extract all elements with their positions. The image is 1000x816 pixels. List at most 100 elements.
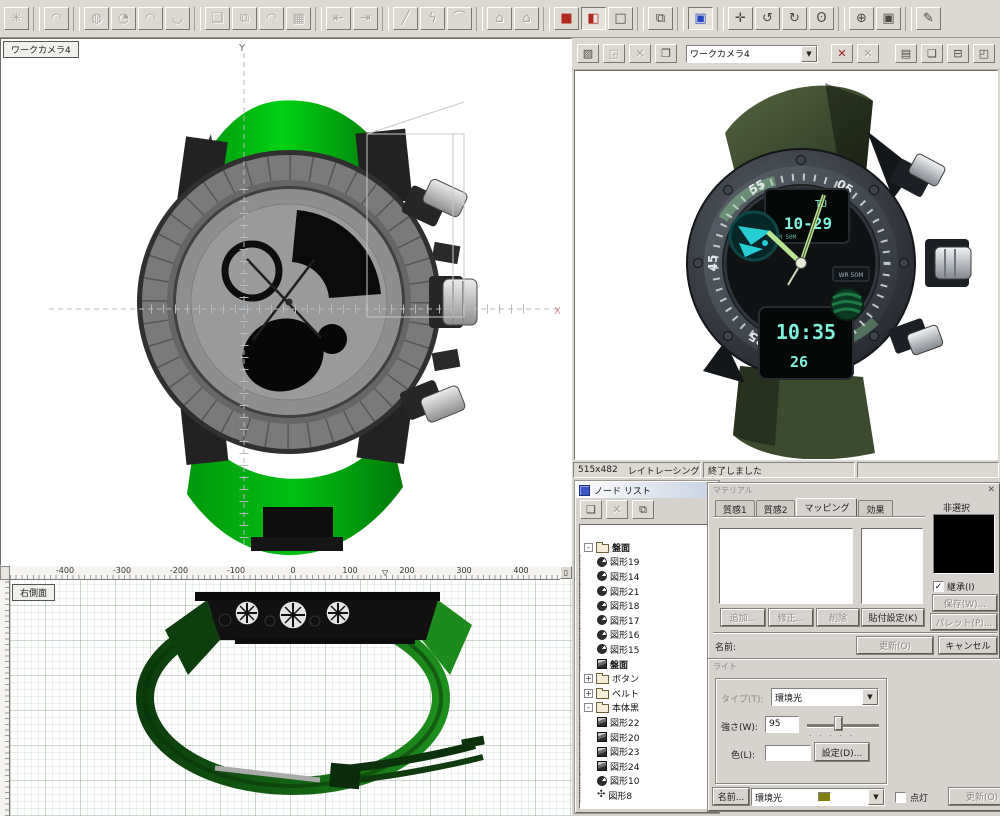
button-bridge-tool[interactable]: ◠ bbox=[44, 7, 69, 30]
light-strength-slider[interactable] bbox=[807, 724, 879, 727]
button-align-left-tool[interactable]: ⇤ bbox=[326, 7, 351, 30]
button-node-layers[interactable]: ⧉ bbox=[632, 500, 654, 519]
delete-button[interactable]: 削除 bbox=[817, 609, 859, 626]
tab-3[interactable]: 効果 bbox=[858, 500, 892, 517]
render-camera-select[interactable]: ワークカメラ4 ▼ bbox=[686, 45, 818, 63]
button-center-view[interactable]: ⊕ bbox=[849, 7, 874, 30]
tree-item[interactable]: 図形19 bbox=[580, 555, 714, 570]
lit-checkbox-row[interactable]: 点灯 bbox=[895, 791, 928, 804]
button-light-view[interactable]: ʘ bbox=[809, 7, 834, 30]
render-canvas[interactable]: 55 05 45 35 25 TU 10-29 ALM 50M WR 50M 1… bbox=[574, 70, 998, 460]
light-select[interactable]: 環境光 ▼ bbox=[751, 788, 885, 806]
mapping-preview-list[interactable] bbox=[861, 528, 923, 604]
close-icon[interactable]: ✕ bbox=[987, 486, 995, 495]
button-roll-view[interactable]: ↻ bbox=[782, 7, 807, 30]
button-copy-window-tool[interactable]: ❏ bbox=[205, 7, 230, 30]
button-texture-display-mode[interactable]: ▣ bbox=[688, 7, 713, 30]
palette-button[interactable]: パレット(P)... bbox=[931, 614, 997, 630]
tab-0[interactable]: 質感1 bbox=[715, 500, 755, 517]
tree-item[interactable]: 図形24 bbox=[580, 759, 714, 774]
button-textured-sphere-tool[interactable]: ◍ bbox=[84, 7, 109, 30]
tree-toggle[interactable]: + bbox=[584, 689, 593, 698]
button-save-image[interactable]: ▤ bbox=[895, 44, 917, 63]
tree-item[interactable]: 図形17 bbox=[580, 613, 714, 628]
viewport-side-tab[interactable]: 右側面 bbox=[12, 584, 55, 601]
ruler-lock-icon[interactable]: ▯ bbox=[560, 566, 572, 579]
tree-item[interactable]: -本体黒 bbox=[580, 701, 714, 716]
button-paste-window-tool[interactable]: ⧉ bbox=[232, 7, 257, 30]
button-node-collapse[interactable]: ❏ bbox=[580, 500, 602, 519]
button-solid-display-mode[interactable]: ■ bbox=[554, 7, 579, 30]
inherit-checkbox[interactable]: ✓ bbox=[933, 581, 944, 592]
tab-1[interactable]: 質感2 bbox=[756, 500, 796, 517]
chevron-down-icon[interactable]: ▼ bbox=[801, 46, 817, 62]
button-fit-view[interactable]: ▣ bbox=[876, 7, 901, 30]
paste-settings-button[interactable]: 貼付設定(K) bbox=[862, 609, 924, 626]
button-home-view-tool[interactable]: ⌂ bbox=[487, 7, 512, 30]
tree-item[interactable]: 図形18 bbox=[580, 598, 714, 613]
tree-item[interactable]: 図形14 bbox=[580, 569, 714, 584]
tree-item[interactable]: ✣図形8 bbox=[580, 788, 714, 803]
button-print-image[interactable]: ⊟ bbox=[947, 44, 969, 63]
button-duplicate-window[interactable]: ⧉ bbox=[648, 7, 673, 30]
button-wire-display-mode[interactable]: □ bbox=[608, 7, 633, 30]
light-type-select[interactable]: 環境光 ▼ bbox=[771, 688, 879, 706]
cancel-button[interactable]: キャンセル bbox=[939, 637, 997, 654]
light-update-button[interactable]: 更新(O) bbox=[949, 788, 1000, 805]
tree-item[interactable]: +ベルト bbox=[580, 686, 714, 701]
button-lightning-tool[interactable]: ϟ bbox=[420, 7, 445, 30]
button-save-as-image[interactable]: ❏ bbox=[921, 44, 943, 63]
update-button[interactable]: 更新(O) bbox=[857, 637, 933, 654]
button-half-display-mode[interactable]: ◧ bbox=[581, 7, 606, 30]
tree-item[interactable]: 図形10 bbox=[580, 774, 714, 789]
tab-2[interactable]: マッピング bbox=[796, 498, 857, 517]
light-settings-button[interactable]: 設定(D)... bbox=[815, 743, 869, 761]
save-button[interactable]: 保存(W)... bbox=[933, 595, 997, 611]
light-name-button[interactable]: 名前... bbox=[713, 788, 749, 805]
viewport-perspective[interactable]: ワークカメラ4 bbox=[0, 38, 572, 566]
button-dome-tool-b[interactable]: ◡ bbox=[165, 7, 190, 30]
slider-thumb[interactable] bbox=[835, 717, 842, 730]
button-wire-sphere-tool[interactable]: ◔ bbox=[111, 7, 136, 30]
material-titlebar[interactable]: マテリアル ✕ bbox=[709, 484, 999, 497]
light-color-swatch[interactable] bbox=[765, 745, 811, 761]
tree-toggle[interactable]: - bbox=[584, 703, 593, 712]
tree-item[interactable]: 図形15 bbox=[580, 642, 714, 657]
button-render-window[interactable]: ❐ bbox=[655, 44, 677, 63]
button-select-tool[interactable]: ✳ bbox=[4, 7, 29, 30]
button-dome-window-tool[interactable]: ◠ bbox=[259, 7, 284, 30]
chevron-down-icon[interactable]: ▼ bbox=[868, 789, 884, 805]
modify-button[interactable]: 修正... bbox=[769, 609, 813, 626]
button-rotate-view[interactable]: ↺ bbox=[755, 7, 780, 30]
button-dome-tool-a[interactable]: ◠ bbox=[138, 7, 163, 30]
inherit-checkbox-row[interactable]: ✓ 継承(I) bbox=[933, 580, 975, 593]
add-button[interactable]: 追加... bbox=[721, 609, 765, 626]
button-bend-tool[interactable]: ⌒ bbox=[447, 7, 472, 30]
tree-toggle[interactable]: - bbox=[584, 543, 593, 552]
lit-checkbox[interactable] bbox=[895, 792, 906, 803]
button-stop-render[interactable]: ✕ bbox=[629, 44, 651, 63]
button-clear-alpha[interactable]: ✕ bbox=[857, 44, 879, 63]
tree-item[interactable]: 盤面 bbox=[580, 657, 714, 672]
button-align-right-tool[interactable]: ⇥ bbox=[353, 7, 378, 30]
tree-item[interactable]: +ボタン bbox=[580, 671, 714, 686]
tree-item[interactable]: -盤面 bbox=[580, 540, 714, 555]
tree-toggle[interactable]: + bbox=[584, 674, 593, 683]
button-pan-view[interactable]: ✛ bbox=[728, 7, 753, 30]
mapping-layer-list[interactable] bbox=[719, 528, 853, 604]
button-texture-cube-tool[interactable]: ▦ bbox=[286, 7, 311, 30]
tree-item[interactable]: 図形20 bbox=[580, 730, 714, 745]
light-strength-input[interactable]: 95 bbox=[765, 716, 799, 733]
tree-item[interactable]: 図形23 bbox=[580, 744, 714, 759]
button-render-options[interactable]: ▨ bbox=[577, 44, 599, 63]
side-canvas[interactable]: 右側面 bbox=[10, 580, 572, 816]
button-print-preview[interactable]: ◰ bbox=[973, 44, 995, 63]
button-memo-tool[interactable]: ✎ bbox=[916, 7, 941, 30]
tree-item[interactable]: 図形22 bbox=[580, 715, 714, 730]
node-list-titlebar[interactable]: ノード リスト bbox=[576, 482, 718, 498]
button-node-delete[interactable]: ✕ bbox=[606, 500, 628, 519]
button-rerender[interactable]: ◲ bbox=[603, 44, 625, 63]
tree-item[interactable]: 図形16 bbox=[580, 628, 714, 643]
light-titlebar[interactable]: ライト bbox=[709, 660, 1000, 673]
button-home-delete-tool[interactable]: ⌂ bbox=[514, 7, 539, 30]
